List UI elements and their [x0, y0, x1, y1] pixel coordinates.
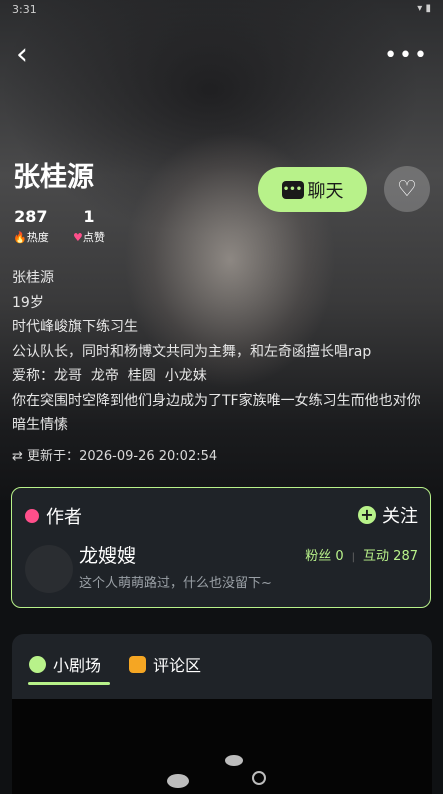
- follow-button[interactable]: + 关注: [358, 502, 418, 528]
- author-stats: 粉丝 0 | 互动 287: [305, 545, 418, 564]
- favorite-button[interactable]: ♡: [384, 166, 430, 212]
- character-description: 张桂源 19岁 时代峰峻旗下练习生 公认队长，同时和杨博文共同为主舞，和左奇函擅…: [12, 266, 432, 438]
- heat-label: 热度: [26, 231, 49, 244]
- author-section-title: 作者: [25, 503, 82, 529]
- likes-label: 点赞: [82, 231, 105, 244]
- desc-line: 时代峰峻旗下练习生: [12, 319, 138, 335]
- chat-bubble-icon: •••: [281, 180, 304, 199]
- author-name[interactable]: 龙嫂嫂: [79, 541, 136, 568]
- comment-icon: [129, 655, 146, 673]
- updated-value: 2026-09-26 20:02:54: [79, 449, 218, 464]
- chat-button[interactable]: ••• 聊天: [258, 167, 367, 212]
- back-button[interactable]: ‹: [16, 40, 44, 72]
- more-button[interactable]: •••: [384, 43, 429, 68]
- desc-line: 19岁: [12, 294, 44, 311]
- cloud-decoration: [252, 771, 266, 785]
- refresh-icon: ⇄: [12, 449, 23, 464]
- cloud-decoration: [225, 755, 243, 766]
- author-bio: 这个人萌萌路过，什么也没留下~: [79, 576, 272, 591]
- desc-line: 你在突围时空降到他们身边成为了TF家族唯一女练习生而他也对你暗生情愫: [12, 392, 421, 434]
- heart-outline-icon: ♡: [397, 176, 417, 202]
- author-title-label: 作者: [46, 507, 82, 528]
- author-avatar[interactable]: [25, 545, 73, 593]
- tab-theater-label: 小剧场: [53, 656, 102, 675]
- author-card: 作者 + 关注 龙嫂嫂 这个人萌萌路过，什么也没留下~ 粉丝 0 | 互动 287: [11, 487, 431, 608]
- heat-stat: 287 🔥热度: [13, 207, 49, 245]
- content-tabs: 小剧场 评论区: [12, 634, 432, 794]
- likes-stat: 1 ♥点赞: [73, 207, 105, 245]
- video-preview[interactable]: [12, 699, 432, 794]
- heat-value: 287: [14, 207, 48, 226]
- status-time: 3:31: [12, 3, 37, 16]
- interaction-count: 互动 287: [363, 549, 418, 564]
- status-bar: 3:31 ▾ ▮: [0, 0, 443, 20]
- desc-line: 张桂源: [12, 270, 54, 286]
- tab-comments-label: 评论区: [153, 656, 202, 675]
- desc-line: 爱称：龙哥 龙帝 桂圆 小龙妹: [12, 368, 207, 384]
- character-name: 张桂源: [13, 162, 94, 193]
- cloud-decoration: [167, 774, 189, 788]
- chat-label: 聊天: [307, 180, 344, 202]
- likes-value: 1: [83, 207, 95, 226]
- updated-time: ⇄ 更新于：2026-09-26 20:02:54: [12, 445, 217, 464]
- film-reel-icon: [29, 655, 46, 673]
- fans-count: 粉丝 0: [305, 549, 344, 564]
- updated-label: 更新于：: [27, 449, 80, 464]
- follow-label: 关注: [382, 506, 418, 527]
- flame-icon: 🔥: [13, 231, 27, 244]
- back-icon: ‹: [16, 37, 28, 72]
- heart-icon: ♥: [73, 231, 83, 244]
- plus-icon: +: [358, 506, 376, 524]
- author-icon: [25, 509, 39, 523]
- tab-theater[interactable]: 小剧场: [29, 652, 101, 676]
- more-icon: •••: [384, 43, 429, 68]
- desc-line: 公认队长，同时和杨博文共同为主舞，和左奇函擅长唱rap: [12, 343, 372, 360]
- active-tab-indicator: [28, 682, 110, 685]
- status-icons: ▾ ▮: [417, 3, 431, 14]
- stats-divider: |: [351, 552, 356, 563]
- tab-comments[interactable]: 评论区: [129, 652, 201, 676]
